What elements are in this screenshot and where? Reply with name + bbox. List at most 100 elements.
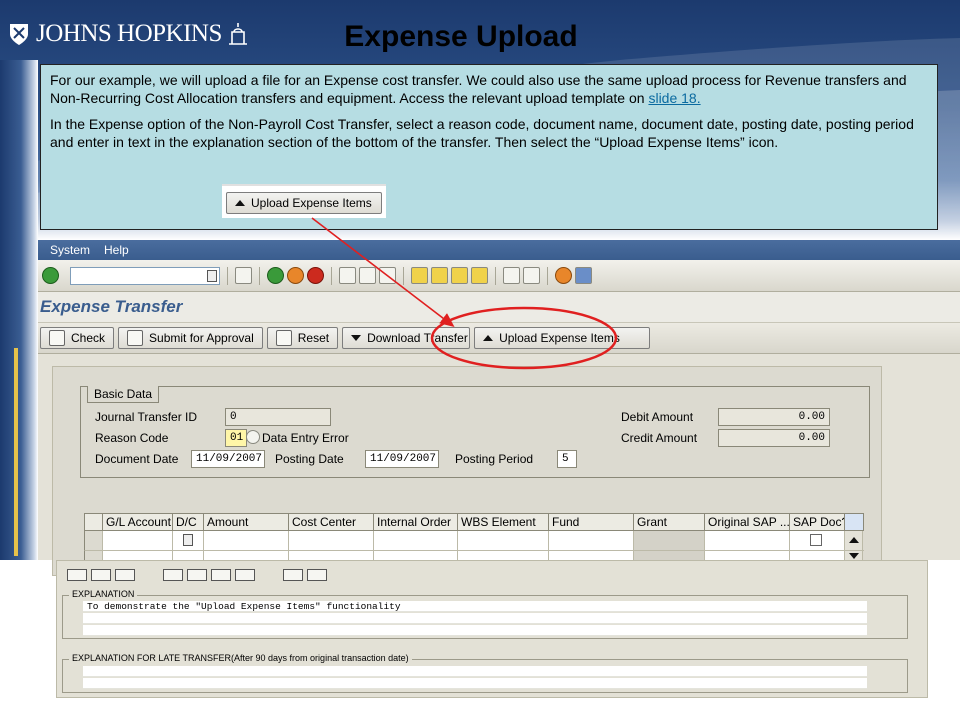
explanation-group: EXPLANATION To demonstrate the "Upload E… [62, 589, 908, 639]
exit-icon[interactable] [287, 267, 304, 284]
delete-row-icon[interactable] [115, 569, 135, 581]
toolbar-separator [259, 266, 260, 285]
find-icon[interactable] [359, 267, 376, 284]
triangle-up-icon [483, 335, 494, 341]
sap-doc-checkbox[interactable] [810, 534, 822, 546]
posting-period-label: Posting Period [455, 452, 534, 466]
slide-gold-accent [14, 348, 18, 556]
document-date-field[interactable]: 11/09/2007 [191, 450, 265, 468]
callout-paragraph-2: In the Expense option of the Non-Payroll… [50, 116, 914, 150]
toolbar-separator [331, 266, 332, 285]
back-icon[interactable] [267, 267, 284, 284]
col-internal-order[interactable]: Internal Order [374, 514, 458, 530]
create-session-icon[interactable] [503, 267, 520, 284]
debit-amount-field: 0.00 [718, 408, 830, 426]
table-settings-icon[interactable] [845, 514, 863, 530]
slide-title: Expense Upload [344, 20, 578, 53]
fund-cell[interactable] [549, 531, 634, 550]
dropdown-icon[interactable] [183, 534, 193, 546]
cost-center-cell[interactable] [289, 531, 374, 550]
command-history-icon[interactable] [207, 269, 217, 282]
copy-icon[interactable] [187, 569, 207, 581]
download-button-label: Download Transfer [367, 331, 468, 345]
explanation-label: EXPLANATION [69, 589, 138, 599]
export-icon[interactable] [307, 569, 327, 581]
debit-amount-label: Debit Amount [621, 410, 694, 424]
reset-button[interactable]: Reset [266, 327, 339, 349]
next-page-icon[interactable] [451, 267, 468, 284]
cancel-icon[interactable] [307, 267, 324, 284]
posting-date-label: Posting Date [275, 452, 344, 466]
col-cost-center[interactable]: Cost Center [289, 514, 374, 530]
import-icon[interactable] [283, 569, 303, 581]
posting-period-field[interactable]: 5 [557, 450, 577, 468]
paste-icon[interactable] [211, 569, 231, 581]
explanation-empty-line[interactable] [83, 625, 867, 636]
scroll-up-button[interactable] [845, 531, 863, 550]
col-sap-doc[interactable]: SAP Doc? [790, 514, 845, 530]
save-icon[interactable] [235, 267, 252, 284]
cut-icon[interactable] [163, 569, 183, 581]
search-help-icon[interactable] [246, 430, 260, 444]
col-original-sap[interactable]: Original SAP ... [705, 514, 790, 530]
internal-order-cell[interactable] [374, 531, 458, 550]
insert-row-icon[interactable] [67, 569, 87, 581]
menu-help[interactable]: Help [104, 243, 129, 257]
previous-page-icon[interactable] [431, 267, 448, 284]
check-button[interactable]: Check [40, 327, 115, 349]
toolbar-separator [403, 266, 404, 285]
text-editor-toolbar [67, 569, 327, 581]
download-transfer-button[interactable]: Download Transfer [342, 327, 471, 349]
table-row [84, 531, 864, 551]
row-selector-header[interactable] [85, 514, 103, 530]
posting-date-field[interactable]: 11/09/2007 [365, 450, 439, 468]
find-next-icon[interactable] [379, 267, 396, 284]
print-icon[interactable] [339, 267, 356, 284]
wbs-element-cell[interactable] [458, 531, 549, 550]
callout-button-label: Upload Expense Items [251, 196, 372, 210]
explanation-text-line[interactable]: To demonstrate the "Upload Expense Items… [83, 601, 867, 612]
submit-for-approval-button[interactable]: Submit for Approval [118, 327, 263, 349]
col-dc[interactable]: D/C [173, 514, 204, 530]
reason-code-label: Reason Code [95, 431, 169, 445]
scroll-up-icon [849, 537, 859, 543]
help-icon[interactable] [555, 267, 572, 284]
submit-icon [127, 330, 144, 346]
layout-menu-icon[interactable] [575, 267, 592, 284]
col-gl-account[interactable]: G/L Account [103, 514, 173, 530]
triangle-up-icon [235, 200, 245, 206]
line-items-table: G/L Account D/C Amount Cost Center Inter… [84, 513, 864, 561]
col-wbs-element[interactable]: WBS Element [458, 514, 549, 530]
gl-account-cell[interactable] [103, 531, 173, 550]
menu-system[interactable]: System [50, 243, 90, 257]
append-row-icon[interactable] [91, 569, 111, 581]
dc-cell[interactable] [173, 531, 204, 550]
command-field[interactable] [70, 266, 220, 285]
undo-icon[interactable] [235, 569, 255, 581]
col-fund[interactable]: Fund [549, 514, 634, 530]
sap-doc-cell[interactable] [790, 531, 845, 550]
submit-button-label: Submit for Approval [149, 331, 254, 345]
amount-cell[interactable] [204, 531, 289, 550]
reason-code-field[interactable]: 01 [225, 429, 247, 447]
late-explanation-line[interactable] [83, 666, 867, 677]
upload-expense-items-button[interactable]: Upload Expense Items [474, 327, 651, 349]
scroll-down-icon [849, 553, 859, 559]
enter-check-icon[interactable] [42, 267, 59, 284]
credit-amount-label: Credit Amount [621, 431, 698, 445]
shortcut-icon[interactable] [523, 267, 540, 284]
callout-paragraph-1: For our example, we will upload a file f… [50, 71, 928, 107]
original-sap-cell[interactable] [705, 531, 790, 550]
col-amount[interactable]: Amount [204, 514, 289, 530]
first-page-icon[interactable] [411, 267, 428, 284]
row-selector[interactable] [85, 531, 103, 550]
grant-cell [634, 531, 705, 550]
explanation-empty-line[interactable] [83, 613, 867, 624]
slide-left-bar [0, 60, 38, 560]
late-explanation-line[interactable] [83, 678, 867, 689]
last-page-icon[interactable] [471, 267, 488, 284]
col-grant[interactable]: Grant [634, 514, 705, 530]
check-icon [49, 330, 65, 346]
late-explanation-label: EXPLANATION FOR LATE TRANSFER(After 90 d… [69, 653, 412, 663]
slide-18-link[interactable]: slide 18. [648, 90, 700, 106]
